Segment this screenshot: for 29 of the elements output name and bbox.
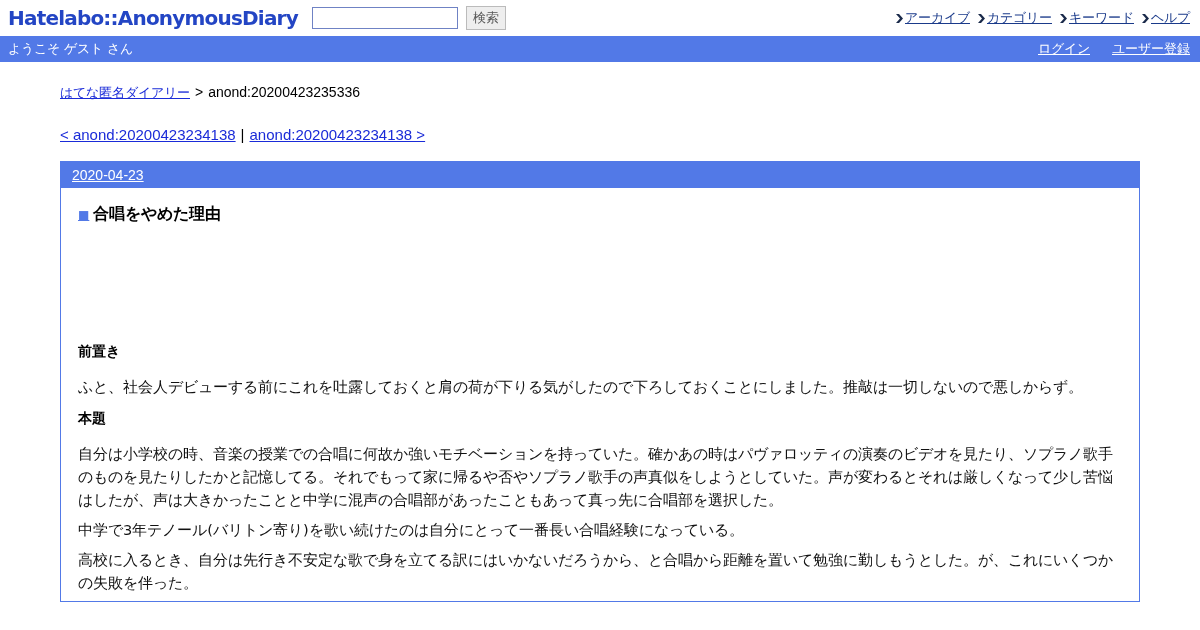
breadcrumb-current: anond:20200423235336 (208, 84, 360, 100)
chevron-icon (896, 13, 903, 23)
site-logo[interactable]: Hatelabo::AnonymousDiary (8, 6, 298, 30)
breadcrumb-separator: > (195, 84, 204, 100)
chevron-icon (1060, 13, 1067, 23)
pager-separator: | (240, 126, 245, 143)
entry-title: 合唱をやめた理由 (93, 204, 222, 225)
nav-link[interactable]: キーワード (1069, 9, 1134, 27)
paragraph: ふと、社会人デビューする前にこれを吐露しておくと肩の荷が下りる気がしたので下ろしておくことにしました。推敲は一切しないので悪しからず。 (78, 377, 1084, 397)
chevron-icon (978, 13, 985, 23)
date-link[interactable]: 2020-04-23 (72, 167, 144, 183)
breadcrumb-link[interactable]: はてな匿名ダイアリー (60, 84, 190, 102)
paragraph: 自分は小学校の時、音楽の授業での合唱に何故か強いモチベーションを持っていた。確かあの時はパヴァロッティの演奏のビデオを見たり、ソプラノ歌手のものを見たりしたかと記憶してる。それでもって家に帰るや否やソプラノ歌手の声真似をしようとしていた。声が変わるとそれは厳しくなって少し苦悩はしたが、声は大きかったことと中学に混声の合唱部があったこともあって真っ先に合唱部を選択した。 (78, 444, 1114, 510)
next-link[interactable]: anond:20200423234138 > (249, 126, 426, 143)
nav-link[interactable]: アーカイブ (905, 9, 970, 27)
paragraph: 中学で3年テノール(バリトン寄り)を歌い続けたのは自分にとって一番長い合唱経験になっている。 (78, 520, 745, 540)
previous-link[interactable]: < anond:20200423234138 (60, 126, 236, 143)
nav-link[interactable]: カテゴリー (987, 9, 1052, 27)
title-mark-link[interactable]: ■ (78, 207, 90, 222)
search-field[interactable] (311, 7, 458, 29)
welcome-text: ようこそ ゲスト さん (8, 40, 134, 58)
section-heading: 前置き (78, 343, 121, 361)
nav-link[interactable]: ヘルプ (1151, 9, 1190, 27)
paragraph: 高校に入るとき、自分は先行き不安定な歌で身を立てる訳にはいかないだろうから、と合唱から距離を置いて勉強に勤しもうとした。が、これにいくつかの失敗を伴った。 (78, 550, 1114, 593)
chevron-icon (1142, 13, 1149, 23)
search-button[interactable]: 検索 (465, 6, 506, 30)
account-link[interactable]: ログイン (1038, 40, 1090, 58)
account-link[interactable]: ユーザー登録 (1112, 40, 1190, 58)
section-heading: 本題 (78, 410, 107, 428)
